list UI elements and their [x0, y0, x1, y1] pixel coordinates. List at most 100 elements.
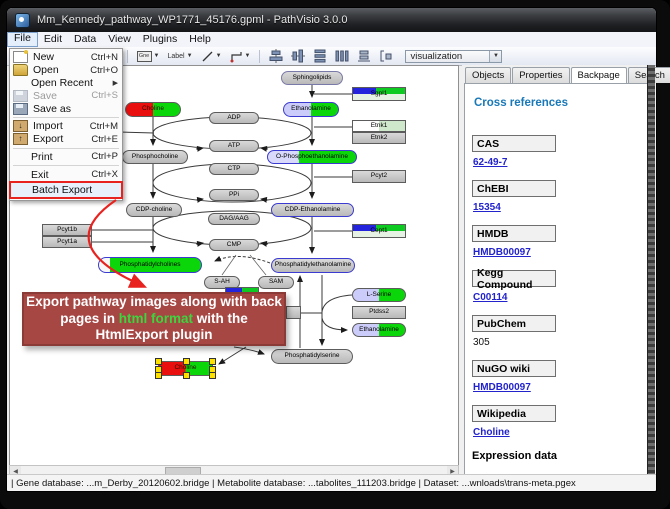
menu-view[interactable]: View: [102, 33, 137, 46]
reference-text: 305: [473, 337, 490, 348]
reference-header: Kegg Compound: [472, 270, 556, 287]
line-tool-button[interactable]: ▼: [200, 49, 223, 64]
pathway-node-sam[interactable]: SAM: [258, 276, 294, 289]
distribute-horizontal-button[interactable]: [334, 49, 350, 64]
backpage-panel: Cross references CAS62-49-7ChEBI15354HMD…: [464, 83, 649, 477]
pathway-node-label: Phosphatidylserine: [285, 353, 340, 360]
menu-item-open[interactable]: OpenCtrl+O: [10, 64, 122, 77]
pathway-node-pcyt1b[interactable]: Pcyt1b: [42, 224, 92, 236]
menu-item-open-recent[interactable]: Open Recent▶: [10, 77, 122, 90]
pathway-node-phosphatidylserine[interactable]: Phosphatidylserine: [271, 349, 353, 364]
pathway-node-label: Cept1: [370, 228, 387, 235]
reference-section: CAS62-49-7: [465, 135, 648, 170]
reference-link[interactable]: HMDB00097: [473, 247, 531, 258]
align-vertical-center-button[interactable]: [268, 49, 284, 64]
menu-item-print[interactable]: PrintCtrl+P: [10, 151, 122, 164]
pathway-node-adp[interactable]: ADP: [209, 112, 259, 124]
selection-handle[interactable]: [155, 372, 162, 379]
pathway-node-o_phosphoethanolamine[interactable]: O-Phosphoethanolamine: [267, 150, 357, 164]
reference-link[interactable]: HMDB00097: [473, 382, 531, 393]
selection-handle[interactable]: [155, 358, 162, 365]
label-tool-button[interactable]: Label ▼: [166, 49, 193, 64]
reference-link[interactable]: 15354: [473, 202, 501, 213]
chevron-down-icon[interactable]: ▼: [187, 53, 193, 59]
selection-handle[interactable]: [209, 372, 216, 379]
pathway-node-cdp_choline[interactable]: CDP-choline: [126, 203, 182, 217]
pathway-node-phosphatidylethanolamine[interactable]: Phosphatidylethanolamine: [271, 258, 355, 273]
visualization-combobox[interactable]: visualization ▼: [405, 50, 502, 63]
stack-button[interactable]: [356, 49, 372, 64]
selection-handle[interactable]: [209, 358, 216, 365]
pathway-node-etnk1[interactable]: Etnk1: [352, 120, 406, 132]
pathway-node-pcyt2[interactable]: Pcyt2: [352, 170, 406, 183]
pathway-node-ethanolamine_top[interactable]: Ethanolamine: [283, 102, 339, 117]
pathway-node-choline_selected[interactable]: Choline: [158, 361, 213, 376]
side-panel: Objects Properties Backpage Search Legen…: [462, 65, 651, 477]
menu-item-new[interactable]: NewCtrl+N: [10, 51, 122, 64]
pathway-node-ppi[interactable]: PPi: [209, 189, 259, 201]
new-document-icon: [13, 51, 28, 63]
app-icon: [15, 13, 30, 28]
label-tool-icon: Label: [167, 53, 184, 60]
pathway-node-label: Ethanolamine: [359, 327, 399, 334]
chevron-down-icon[interactable]: ▼: [489, 51, 501, 62]
group-button[interactable]: [378, 49, 394, 64]
pathway-node-sgpl1[interactable]: Sgpl1: [352, 87, 406, 101]
pathway-node-sphingolipids[interactable]: Sphingolipids: [281, 71, 343, 85]
menu-item-label: Import: [33, 120, 63, 132]
menu-edit[interactable]: Edit: [38, 33, 68, 46]
pathway-node-pcyt1a[interactable]: Pcyt1a: [42, 236, 92, 248]
menu-separator: [13, 148, 119, 149]
reference-header: HMDB: [472, 225, 556, 242]
pathway-node-pisd_hidden[interactable]: [286, 306, 301, 319]
stack-icon: [357, 49, 371, 63]
menu-item-batch-export[interactable]: Batch Export: [11, 183, 121, 197]
pathway-node-l_serine[interactable]: L-Serine: [352, 288, 406, 302]
reference-value: 62-49-7: [473, 157, 648, 170]
pathway-node-dag[interactable]: DAG/AAG: [208, 213, 260, 225]
pathway-node-cmp[interactable]: CMP: [209, 239, 259, 251]
menu-help[interactable]: Help: [183, 33, 217, 46]
pathway-node-choline_top[interactable]: Choline: [125, 102, 181, 117]
menu-item-shortcut: Ctrl+X: [91, 169, 118, 180]
pathway-node-phosphocholine[interactable]: Phosphocholine: [122, 150, 188, 164]
reference-value: HMDB00097: [473, 247, 648, 260]
pathway-node-cdp_ethanolamine[interactable]: CDP-Ethanolamine: [271, 203, 354, 217]
menu-item-export[interactable]: ↑ExportCtrl+E: [10, 133, 122, 146]
menu-item-import[interactable]: ↓ImportCtrl+M: [10, 120, 122, 133]
reference-link[interactable]: C00114: [473, 292, 507, 303]
pathway-node-phosphatidylcholines[interactable]: Phosphatidylcholines: [98, 257, 202, 273]
menu-item-exit[interactable]: ExitCtrl+X: [10, 168, 122, 181]
reference-link[interactable]: 62-49-7: [473, 157, 507, 168]
distribute-vertical-button[interactable]: [312, 49, 328, 64]
chevron-down-icon[interactable]: ▼: [216, 53, 222, 59]
connector-tool-button[interactable]: ▼: [229, 49, 252, 64]
reference-link[interactable]: Choline: [473, 427, 510, 438]
selection-handle[interactable]: [183, 372, 190, 379]
pathway-node-ptdss2[interactable]: Ptdss2: [352, 306, 406, 319]
menu-plugins[interactable]: Plugins: [137, 33, 183, 46]
tab-properties[interactable]: Properties: [512, 67, 569, 83]
pathway-node-ctp[interactable]: CTP: [209, 163, 259, 175]
pathway-node-ethanolamine_bottom[interactable]: Ethanolamine: [352, 323, 406, 337]
tab-backpage[interactable]: Backpage: [571, 67, 627, 83]
pathway-node-etnk2[interactable]: Etnk2: [352, 132, 406, 144]
titlebar[interactable]: Mm_Kennedy_pathway_WP1771_45176.gpml - P…: [7, 8, 656, 32]
pathway-node-cept1[interactable]: Cept1: [352, 224, 406, 238]
menu-item-save-as[interactable]: Save as: [10, 102, 122, 115]
menu-data[interactable]: Data: [68, 33, 102, 46]
tab-objects[interactable]: Objects: [465, 67, 511, 83]
align-horizontal-center-button[interactable]: [290, 49, 306, 64]
chevron-down-icon[interactable]: ▼: [245, 53, 251, 59]
menu-file[interactable]: File: [7, 32, 38, 47]
file-menu-popup: NewCtrl+NOpenCtrl+OOpen Recent▶SaveCtrl+…: [9, 48, 123, 201]
pathway-node-atp[interactable]: ATP: [209, 140, 259, 152]
pathway-node-label: O-Phosphoethanolamine: [276, 154, 348, 161]
chevron-down-icon[interactable]: ▼: [154, 53, 160, 59]
selection-handle[interactable]: [183, 358, 190, 365]
cross-references-heading: Cross references: [474, 97, 648, 109]
vertical-scrollbar[interactable]: [647, 65, 655, 477]
menu-item-label: Save: [33, 90, 57, 102]
menu-item-save[interactable]: SaveCtrl+S: [10, 89, 122, 102]
gene-product-tool-button[interactable]: Gne ▼: [136, 49, 161, 64]
